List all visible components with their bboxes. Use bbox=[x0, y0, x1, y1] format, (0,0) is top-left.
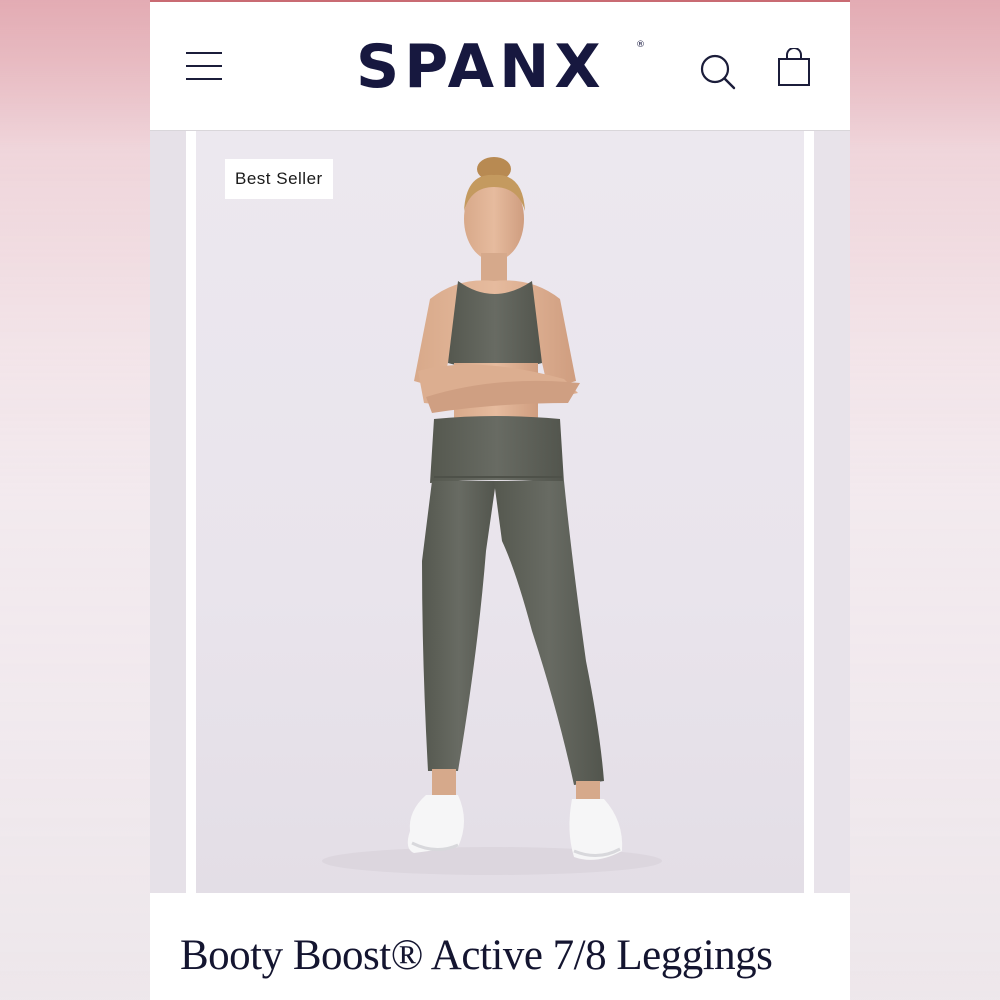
backdrop-blur-left bbox=[0, 0, 150, 1000]
menu-icon[interactable] bbox=[186, 52, 222, 80]
model-photo bbox=[322, 157, 662, 875]
product-image-carousel[interactable]: Best Seller bbox=[150, 131, 850, 893]
site-header: SPANX ® bbox=[150, 2, 850, 131]
next-image-peek[interactable] bbox=[814, 131, 850, 893]
product-image[interactable]: Best Seller bbox=[196, 131, 804, 893]
product-info: Booty Boost® Active 7/8 Leggings bbox=[150, 893, 850, 1000]
best-seller-badge: Best Seller bbox=[225, 159, 333, 199]
brand-logo[interactable]: SPANX bbox=[356, 32, 606, 102]
brand-registered-mark: ® bbox=[636, 40, 645, 50]
product-title: Booty Boost® Active 7/8 Leggings bbox=[180, 932, 773, 979]
mobile-screen: SPANX ® Best Seller Booty Boost® Active … bbox=[150, 0, 850, 1000]
previous-image-peek[interactable] bbox=[150, 131, 186, 893]
backdrop-blur-right bbox=[850, 0, 1000, 1000]
shopping-bag-icon[interactable] bbox=[776, 47, 812, 88]
search-icon[interactable] bbox=[699, 52, 739, 92]
